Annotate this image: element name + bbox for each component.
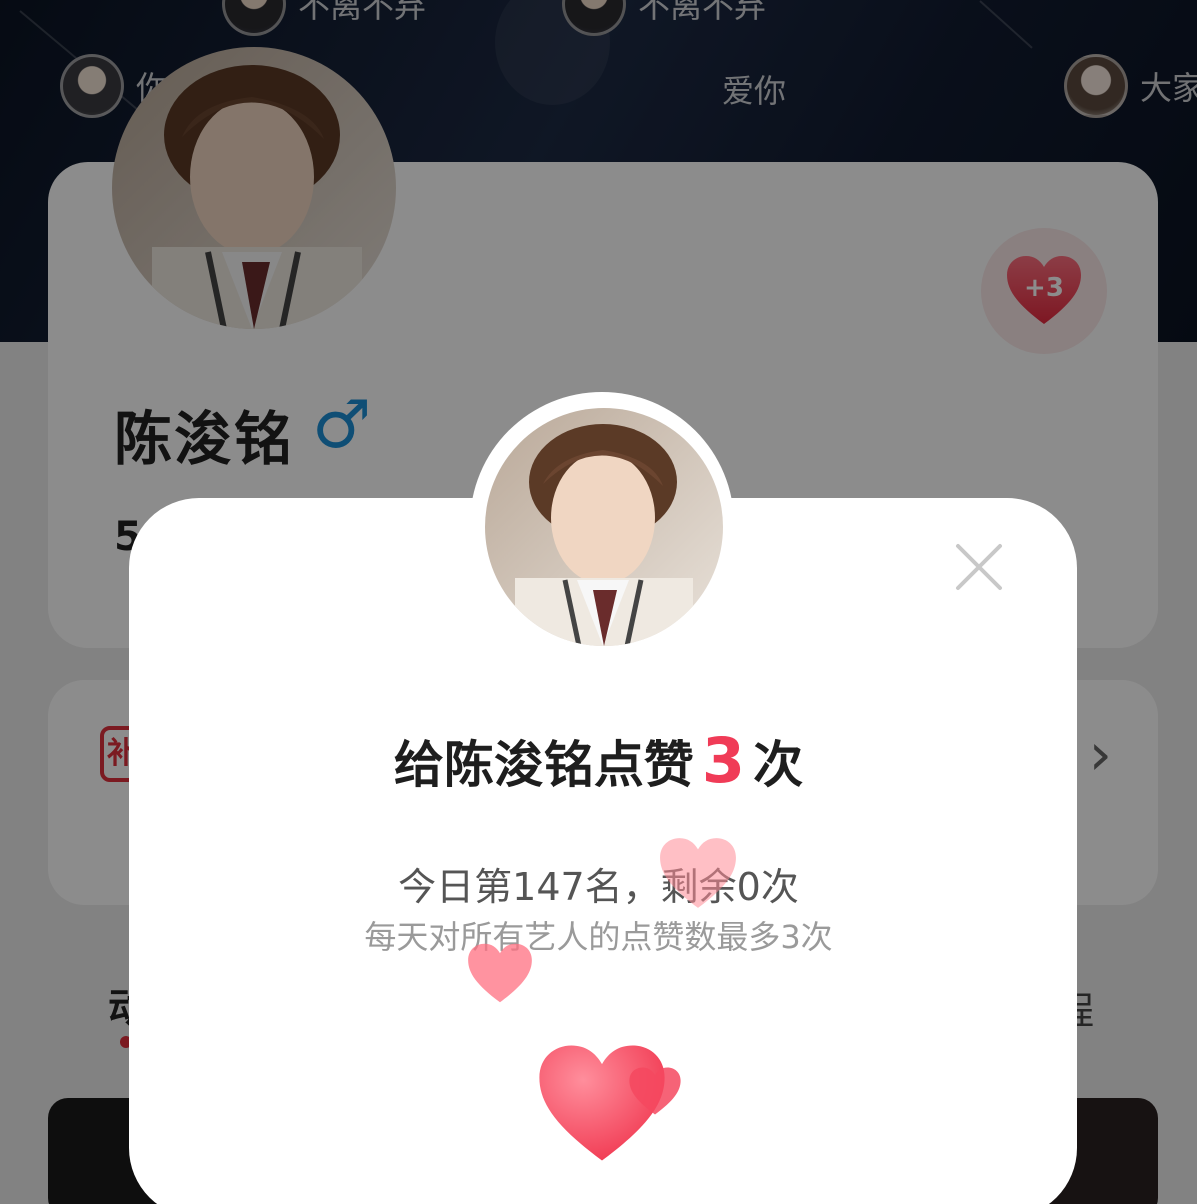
limit-text: 每天对所有艺人的点赞数最多3次 — [364, 918, 833, 956]
rank-text: 今日第147名，剩余0次 — [398, 865, 799, 909]
floating-heart-icon — [629, 1067, 681, 1115]
floating-heart-icon — [660, 838, 736, 908]
dialog-title-suffix: 次 — [753, 736, 804, 794]
dialog-title-prefix: 给陈浚铭点赞 — [393, 736, 694, 794]
like-count: 3 — [701, 724, 746, 797]
close-icon[interactable] — [950, 538, 1008, 596]
floating-heart-icon — [468, 943, 532, 1003]
dialog-avatar — [485, 408, 723, 646]
dialog-title: 给陈浚铭点赞 3 次 — [0, 724, 1197, 797]
